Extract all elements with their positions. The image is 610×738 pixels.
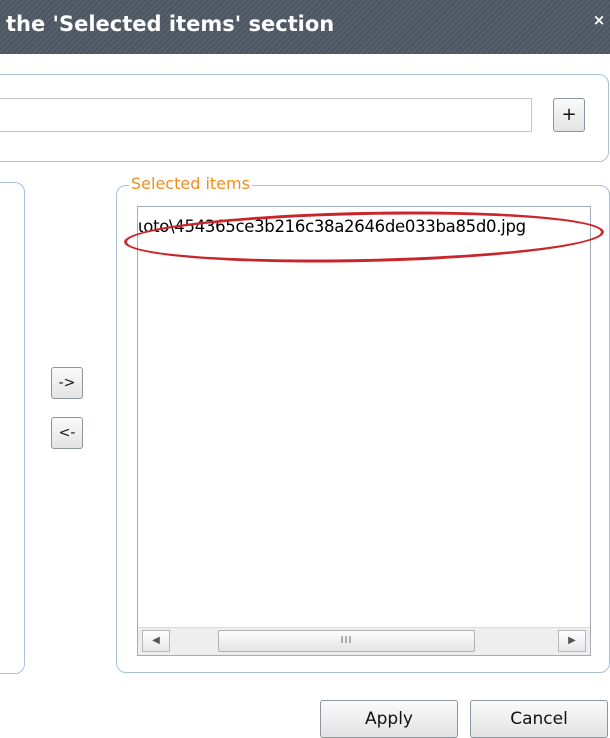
dialog-title: the 'Selected items' section xyxy=(6,12,335,36)
selected-items-listbox[interactable]: ιoto\454365ce3b216c38a2646de033ba85d0.jp… xyxy=(137,206,591,656)
available-items-group xyxy=(0,182,25,674)
close-icon[interactable]: × xyxy=(592,10,606,30)
add-button[interactable]: + xyxy=(553,98,585,132)
scroll-right-icon[interactable]: ▶ xyxy=(558,630,586,652)
list-item[interactable]: ιoto\454365ce3b216c38a2646de033ba85d0.jp… xyxy=(138,217,526,236)
scrollbar-thumb[interactable]: III xyxy=(218,630,475,652)
path-input[interactable] xyxy=(0,98,532,132)
apply-button[interactable]: Apply xyxy=(320,700,458,738)
horizontal-scrollbar[interactable]: ◀ III ▶ xyxy=(138,627,590,655)
move-left-button[interactable]: <- xyxy=(51,417,83,449)
scroll-left-icon[interactable]: ◀ xyxy=(142,630,170,652)
move-right-button[interactable]: -> xyxy=(51,367,83,399)
dialog-titlebar: the 'Selected items' section × xyxy=(0,0,610,54)
selected-items-legend: Selected items xyxy=(129,174,252,193)
cancel-button[interactable]: Cancel xyxy=(470,700,608,738)
